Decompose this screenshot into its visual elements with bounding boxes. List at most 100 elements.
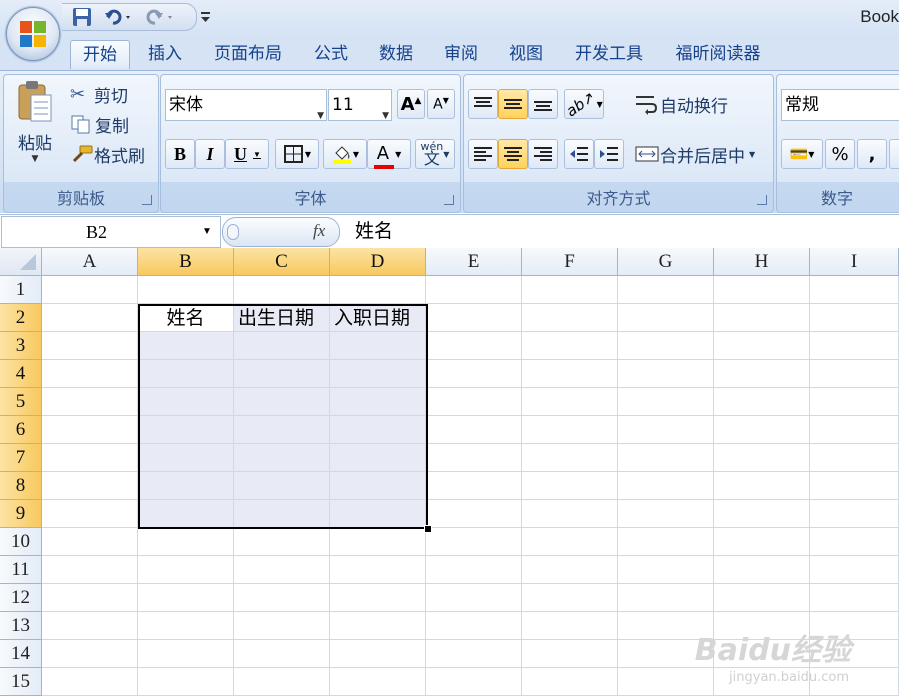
- clipboard-dialog-launcher[interactable]: .: [142, 195, 152, 205]
- cell-c1[interactable]: [234, 276, 330, 304]
- align-middle-button[interactable]: [498, 89, 528, 119]
- cell-a10[interactable]: [42, 528, 138, 556]
- align-top-button[interactable]: [468, 89, 498, 119]
- column-header-c[interactable]: C: [234, 248, 330, 276]
- cell-f4[interactable]: [522, 360, 618, 388]
- grow-font-button[interactable]: A▲: [397, 89, 425, 119]
- name-box-dropdown-icon[interactable]: ▼: [202, 217, 212, 247]
- cell-f13[interactable]: [522, 612, 618, 640]
- cell-g9[interactable]: [618, 500, 714, 528]
- cell-h12[interactable]: [714, 584, 810, 612]
- column-header-g[interactable]: G: [618, 248, 714, 276]
- borders-button[interactable]: ▼: [275, 139, 319, 169]
- cell-e15[interactable]: [426, 668, 522, 696]
- cell-g3[interactable]: [618, 332, 714, 360]
- cell-g8[interactable]: [618, 472, 714, 500]
- cell-h4[interactable]: [714, 360, 810, 388]
- cell-g7[interactable]: [618, 444, 714, 472]
- borders-dropdown-icon[interactable]: ▼: [305, 150, 311, 159]
- cell-g6[interactable]: [618, 416, 714, 444]
- row-header-5[interactable]: 5: [0, 388, 42, 416]
- underline-dropdown-icon[interactable]: ▼: [253, 150, 261, 159]
- cell-a6[interactable]: [42, 416, 138, 444]
- cell-e9[interactable]: [426, 500, 522, 528]
- cell-b14[interactable]: [138, 640, 234, 668]
- cell-e7[interactable]: [426, 444, 522, 472]
- cell-c15[interactable]: [234, 668, 330, 696]
- cell-i8[interactable]: [810, 472, 899, 500]
- cell-e10[interactable]: [426, 528, 522, 556]
- cell-a4[interactable]: [42, 360, 138, 388]
- cell-d10[interactable]: [330, 528, 426, 556]
- row-header-15[interactable]: 15: [0, 668, 42, 696]
- cell-g2[interactable]: [618, 304, 714, 332]
- column-header-i[interactable]: I: [810, 248, 899, 276]
- cell-i10[interactable]: [810, 528, 899, 556]
- column-header-b[interactable]: B: [138, 248, 234, 276]
- cell-i1[interactable]: [810, 276, 899, 304]
- cell-a12[interactable]: [42, 584, 138, 612]
- phonetic-dropdown-icon[interactable]: ▼: [443, 150, 449, 159]
- cell-f1[interactable]: [522, 276, 618, 304]
- cell-i3[interactable]: [810, 332, 899, 360]
- row-header-2[interactable]: 2: [0, 304, 42, 332]
- cell-g12[interactable]: [618, 584, 714, 612]
- fill-handle[interactable]: [424, 525, 432, 533]
- cell-d15[interactable]: [330, 668, 426, 696]
- row-header-10[interactable]: 10: [0, 528, 42, 556]
- cell-f12[interactable]: [522, 584, 618, 612]
- tab-insert[interactable]: 插入: [138, 40, 192, 68]
- wrap-text-button[interactable]: 自动换行: [634, 89, 728, 119]
- tab-page-layout[interactable]: 页面布局: [205, 40, 291, 68]
- cell-a7[interactable]: [42, 444, 138, 472]
- cell-b1[interactable]: [138, 276, 234, 304]
- bold-button[interactable]: B: [165, 139, 195, 169]
- align-right-button[interactable]: [528, 139, 558, 169]
- cell-d12[interactable]: [330, 584, 426, 612]
- cell-e6[interactable]: [426, 416, 522, 444]
- tab-view[interactable]: 视图: [499, 40, 553, 68]
- cell-g15[interactable]: [618, 668, 714, 696]
- cell-h6[interactable]: [714, 416, 810, 444]
- cell-i4[interactable]: [810, 360, 899, 388]
- name-box[interactable]: B2 ▼: [1, 216, 221, 248]
- cell-f15[interactable]: [522, 668, 618, 696]
- cell-g1[interactable]: [618, 276, 714, 304]
- cell-i5[interactable]: [810, 388, 899, 416]
- font-color-dropdown-icon[interactable]: ▼: [395, 150, 401, 159]
- cell-i12[interactable]: [810, 584, 899, 612]
- cell-h7[interactable]: [714, 444, 810, 472]
- cell-e13[interactable]: [426, 612, 522, 640]
- column-header-f[interactable]: F: [522, 248, 618, 276]
- align-bottom-button[interactable]: [528, 89, 558, 119]
- tab-data[interactable]: 数据: [369, 40, 423, 68]
- cell-f2[interactable]: [522, 304, 618, 332]
- cell-b10[interactable]: [138, 528, 234, 556]
- cell-c13[interactable]: [234, 612, 330, 640]
- cell-a2[interactable]: [42, 304, 138, 332]
- cell-e5[interactable]: [426, 388, 522, 416]
- cell-f9[interactable]: [522, 500, 618, 528]
- font-dialog-launcher[interactable]: .: [444, 195, 454, 205]
- cell-f10[interactable]: [522, 528, 618, 556]
- row-header-13[interactable]: 13: [0, 612, 42, 640]
- formula-input[interactable]: 姓名: [355, 216, 393, 246]
- fx-icon[interactable]: fx: [313, 221, 325, 241]
- cell-i6[interactable]: [810, 416, 899, 444]
- cell-a9[interactable]: [42, 500, 138, 528]
- cell-e1[interactable]: [426, 276, 522, 304]
- format-painter-button[interactable]: 格式刷: [70, 141, 145, 167]
- row-header-8[interactable]: 8: [0, 472, 42, 500]
- cell-g4[interactable]: [618, 360, 714, 388]
- cell-c12[interactable]: [234, 584, 330, 612]
- cell-b11[interactable]: [138, 556, 234, 584]
- cell-h8[interactable]: [714, 472, 810, 500]
- font-color-button[interactable]: A ▼: [367, 139, 411, 169]
- row-header-7[interactable]: 7: [0, 444, 42, 472]
- cell-e11[interactable]: [426, 556, 522, 584]
- align-left-button[interactable]: [468, 139, 498, 169]
- alignment-dialog-launcher[interactable]: .: [757, 195, 767, 205]
- cell-e14[interactable]: [426, 640, 522, 668]
- font-size-dropdown-icon[interactable]: ▼: [382, 101, 389, 131]
- row-header-6[interactable]: 6: [0, 416, 42, 444]
